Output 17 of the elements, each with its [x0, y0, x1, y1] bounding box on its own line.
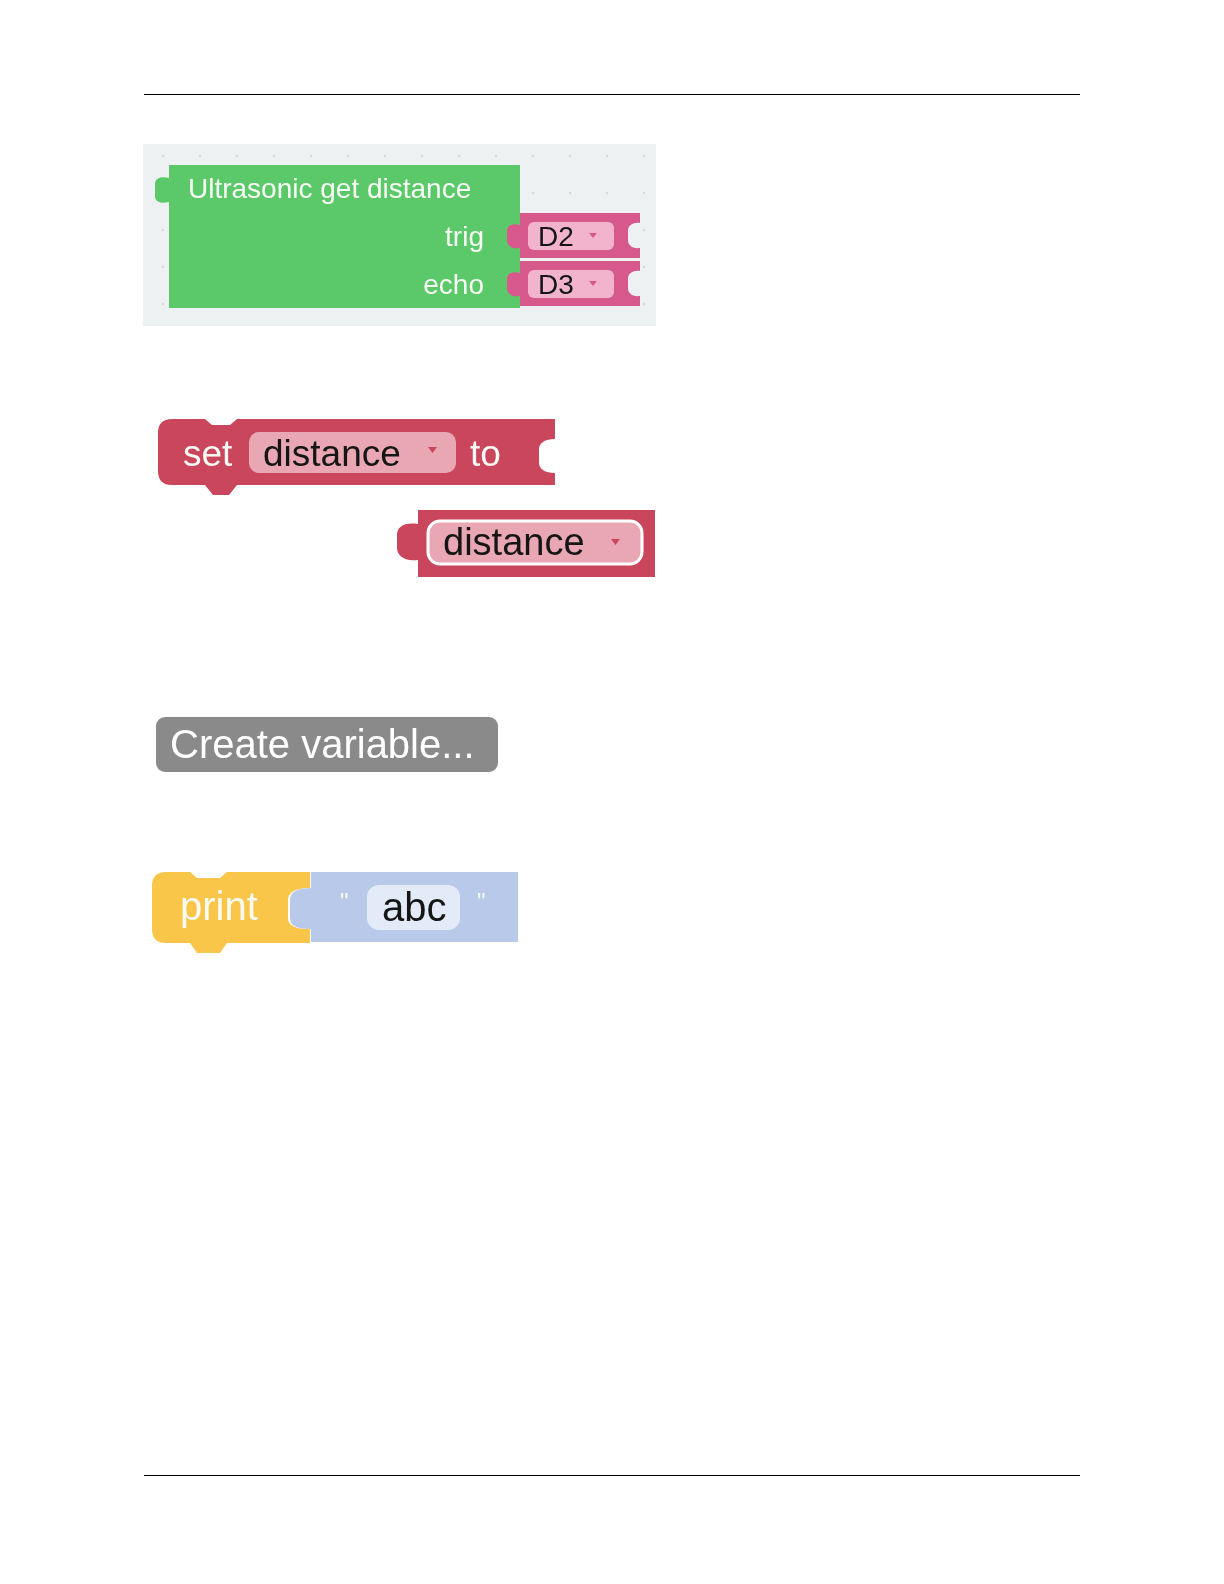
quote-mark: ": [477, 888, 486, 915]
text-field[interactable]: abc: [367, 885, 460, 930]
block-keyword: print: [180, 884, 258, 928]
block-keyword: set: [183, 433, 233, 474]
pin-dropdown[interactable]: D2: [528, 221, 614, 252]
variable-dropdown[interactable]: distance: [249, 432, 456, 474]
caret-icon: [428, 447, 437, 453]
input-label: echo: [423, 269, 484, 300]
caret-icon: [589, 281, 597, 286]
quote-mark: ": [340, 888, 349, 915]
caret-icon: [611, 539, 620, 545]
caret-icon: [589, 233, 597, 238]
block-title: Ultrasonic get distance: [188, 173, 472, 204]
input-label: trig: [445, 221, 484, 252]
variable-dropdown[interactable]: distance: [426, 519, 644, 566]
pin-dropdown[interactable]: D3: [528, 269, 614, 300]
block-keyword: to: [470, 433, 501, 474]
